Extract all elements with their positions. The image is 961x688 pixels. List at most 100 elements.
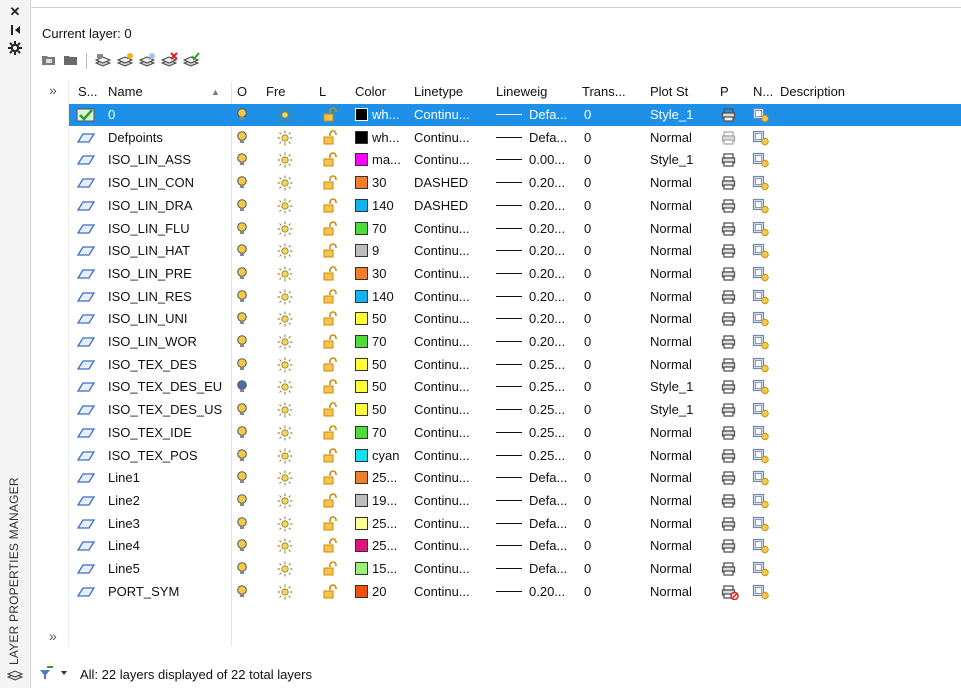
column-freeze[interactable]: Fre: [266, 82, 286, 102]
new-vp-freeze-icon[interactable]: [752, 243, 770, 259]
layer-transparency[interactable]: 0: [584, 558, 591, 580]
layer-status-icon[interactable]: [76, 289, 96, 305]
freeze-sun-icon[interactable]: [277, 311, 293, 327]
color-swatch[interactable]: [355, 448, 368, 462]
layer-lineweight[interactable]: 0.20...: [529, 240, 579, 262]
layer-plot-style[interactable]: Normal: [650, 535, 692, 557]
lightbulb-icon[interactable]: [236, 357, 248, 373]
layer-linetype[interactable]: Continu...: [414, 376, 490, 398]
plot-printer-icon[interactable]: [721, 584, 739, 600]
lock-open-icon[interactable]: [322, 356, 338, 373]
color-swatch[interactable]: [355, 471, 368, 485]
column-new-vp-freeze[interactable]: N...: [753, 82, 773, 102]
layer-name[interactable]: Line5: [108, 558, 140, 580]
lock-open-icon[interactable]: [322, 175, 338, 191]
plot-printer-icon[interactable]: [721, 175, 739, 191]
layer-transparency[interactable]: 0: [584, 581, 591, 603]
freeze-sun-icon[interactable]: [277, 448, 293, 464]
layer-linetype[interactable]: Continu...: [414, 558, 490, 580]
layer-plot-style[interactable]: Normal: [650, 240, 692, 262]
layer-row[interactable]: ISO_TEX_DES 50 Continu... 0.25... 0 Normal: [69, 354, 961, 376]
layer-color[interactable]: 70: [372, 218, 412, 240]
layer-linetype[interactable]: Continu...: [414, 513, 490, 535]
freeze-sun-icon[interactable]: [277, 334, 293, 350]
layer-status-icon[interactable]: [76, 470, 96, 486]
layer-name[interactable]: ISO_LIN_RES: [108, 286, 192, 308]
plot-printer-icon[interactable]: [721, 311, 739, 327]
color-swatch[interactable]: [355, 266, 368, 280]
column-on[interactable]: O: [237, 82, 247, 102]
new-vp-freeze-icon[interactable]: [752, 379, 770, 395]
layer-plot-style[interactable]: Normal: [650, 581, 692, 603]
lightbulb-icon[interactable]: [236, 470, 248, 486]
lightbulb-icon[interactable]: [236, 584, 248, 600]
layer-status-icon[interactable]: [76, 448, 96, 464]
layer-name[interactable]: ISO_TEX_IDE: [108, 422, 192, 444]
plot-printer-icon[interactable]: [721, 289, 739, 305]
plot-printer-icon[interactable]: [721, 402, 739, 418]
collapse-filter-chevron[interactable]: »: [49, 628, 57, 644]
filter-tree-pane[interactable]: » »: [32, 80, 68, 650]
layer-plot-style[interactable]: Normal: [650, 127, 692, 149]
layer-row[interactable]: Line5 15... Continu... Defa... 0 Normal: [69, 558, 961, 580]
layer-name[interactable]: ISO_TEX_DES_EU: [108, 376, 222, 398]
layer-status-icon[interactable]: [76, 130, 96, 146]
layer-linetype[interactable]: Continu...: [414, 535, 490, 557]
lightbulb-icon[interactable]: [236, 379, 248, 395]
layer-lineweight[interactable]: Defa...: [529, 558, 579, 580]
freeze-sun-icon[interactable]: [277, 107, 293, 123]
color-swatch[interactable]: [355, 198, 368, 212]
layer-name[interactable]: Defpoints: [108, 127, 163, 149]
plot-printer-icon[interactable]: [721, 243, 739, 259]
layer-color[interactable]: 70: [372, 331, 412, 353]
set-current-icon[interactable]: [182, 52, 202, 70]
delete-layer-icon[interactable]: [160, 52, 180, 70]
color-swatch[interactable]: [355, 312, 368, 326]
new-vp-freeze-icon[interactable]: [752, 289, 770, 305]
layer-linetype[interactable]: Continu...: [414, 399, 490, 421]
plot-printer-icon[interactable]: [721, 221, 739, 237]
layer-linetype[interactable]: Continu...: [414, 331, 490, 353]
layer-row[interactable]: ISO_LIN_PRE 30 Continu... 0.20... 0 Normal: [69, 263, 961, 285]
layer-row[interactable]: ISO_TEX_DES_US 50 Continu... 0.25... 0 Style_…: [69, 399, 961, 421]
new-vp-freeze-icon[interactable]: [752, 311, 770, 327]
lightbulb-icon[interactable]: [236, 538, 248, 554]
layer-plot-style[interactable]: Normal: [650, 331, 692, 353]
layer-plot-style[interactable]: Style_1: [650, 376, 693, 398]
layer-status-icon[interactable]: [76, 198, 96, 214]
layer-row[interactable]: ISO_LIN_CON 30 DASHED 0.20... 0 Normal: [69, 172, 961, 194]
layer-transparency[interactable]: 0: [584, 286, 591, 308]
layer-color[interactable]: 50: [372, 308, 412, 330]
new-vp-freeze-icon[interactable]: [752, 402, 770, 418]
plot-printer-icon[interactable]: [721, 516, 739, 532]
layer-row[interactable]: Line3 25... Continu... Defa... 0 Normal: [69, 513, 961, 535]
close-icon[interactable]: ✕: [7, 4, 23, 20]
color-swatch[interactable]: [355, 108, 368, 121]
layer-plot-style[interactable]: Style_1: [650, 399, 693, 421]
layer-transparency[interactable]: 0: [584, 149, 591, 171]
freeze-sun-icon[interactable]: [277, 289, 293, 305]
column-name[interactable]: Name: [108, 82, 143, 102]
layer-plot-style[interactable]: Style_1: [650, 104, 693, 126]
layer-plot-style[interactable]: Normal: [650, 354, 692, 376]
color-swatch[interactable]: [355, 289, 368, 303]
lightbulb-icon[interactable]: [236, 516, 248, 532]
lock-open-icon[interactable]: [322, 379, 338, 395]
layer-lineweight[interactable]: 0.20...: [529, 331, 579, 353]
new-vp-freeze-icon[interactable]: [752, 175, 770, 191]
color-swatch[interactable]: [355, 130, 368, 144]
layer-name[interactable]: ISO_LIN_UNI: [108, 308, 187, 330]
layer-transparency[interactable]: 0: [584, 399, 591, 421]
new-vp-freeze-icon[interactable]: [752, 130, 770, 146]
freeze-sun-icon[interactable]: [277, 357, 293, 373]
layer-row[interactable]: ISO_LIN_ASS ma... Continu... 0.00... 0 Style_…: [69, 149, 961, 171]
layer-color[interactable]: 25...: [372, 467, 412, 489]
layer-plot-style[interactable]: Style_1: [650, 149, 693, 171]
layer-status-icon[interactable]: [76, 152, 96, 168]
layer-linetype[interactable]: Continu...: [414, 286, 490, 308]
layer-transparency[interactable]: 0: [584, 354, 591, 376]
lock-open-icon[interactable]: [322, 447, 338, 464]
layer-color[interactable]: 30: [372, 263, 412, 285]
layer-status-icon[interactable]: [76, 107, 96, 123]
layer-name[interactable]: PORT_SYM: [108, 581, 179, 603]
